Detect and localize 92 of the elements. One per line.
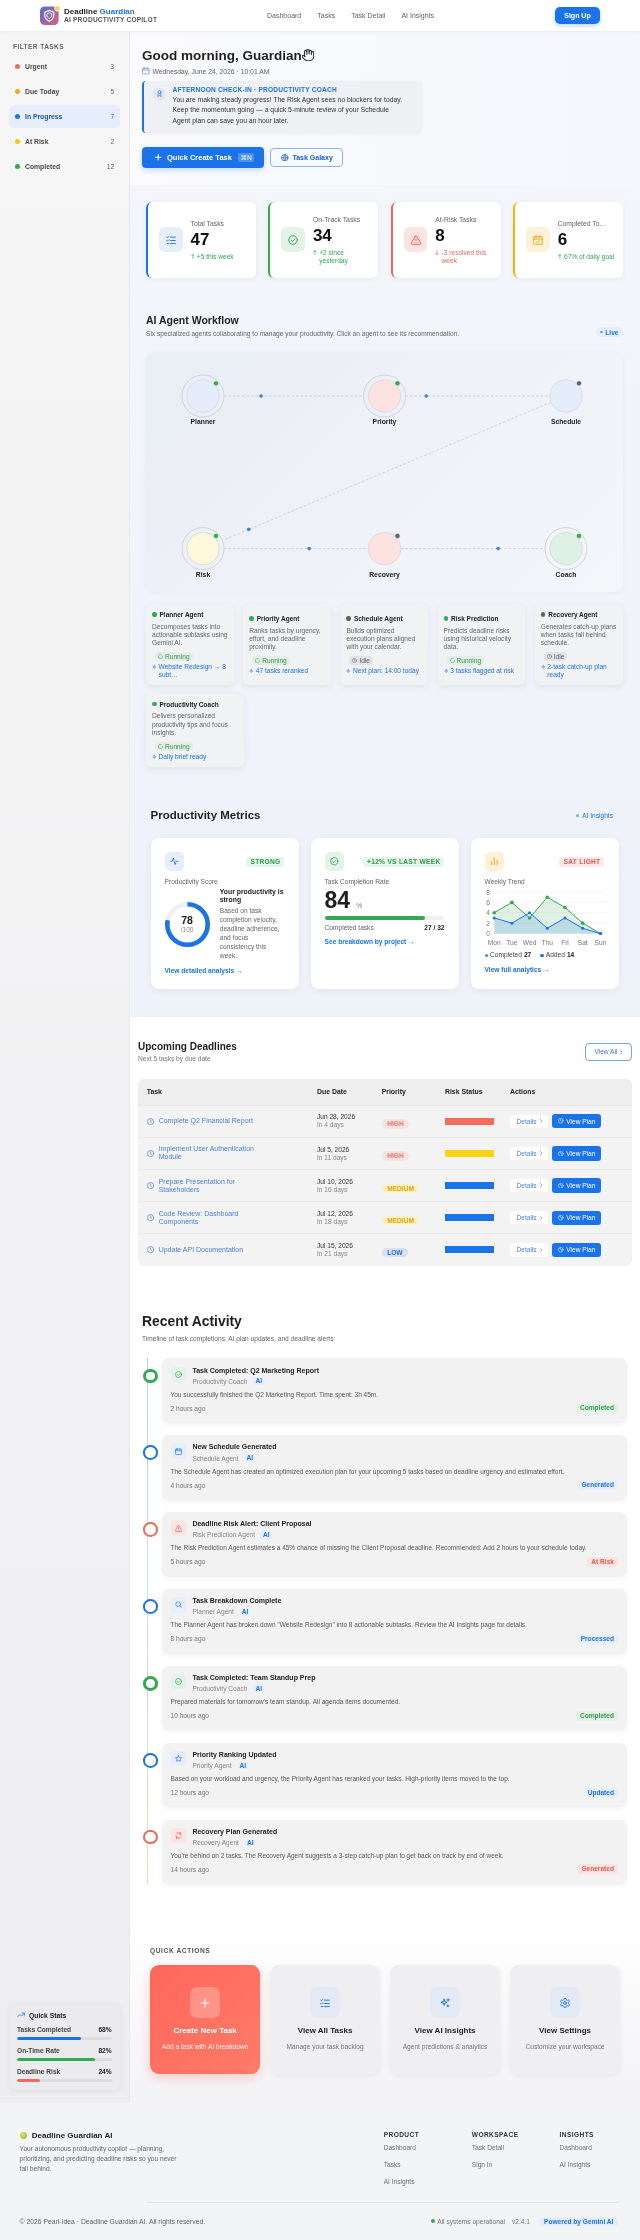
clock-icon [558, 1247, 564, 1253]
clock-icon [146, 1181, 154, 1190]
section-title: Upcoming Deadlines [138, 1041, 237, 1054]
arrow-down-icon [435, 250, 440, 256]
arrow-up-icon [557, 254, 562, 260]
sparkle-icon [152, 665, 157, 670]
chevron-icon [539, 1183, 543, 1188]
clock-icon [146, 1214, 154, 1222]
arrow-up-icon [190, 254, 195, 260]
clock-icon [558, 1215, 564, 1221]
clock-icon [352, 657, 358, 663]
calendar-icon [142, 67, 150, 75]
warning-icon [403, 227, 428, 252]
quick-action-title: View AI Insights [414, 2025, 476, 2036]
bar-chart-icon [484, 851, 505, 872]
sparkle-icon [152, 755, 157, 760]
stat-value: 8 [435, 225, 446, 246]
footer-brand-name: Deadline Guardian AI [31, 2131, 113, 2140]
data-point [545, 927, 549, 931]
sparkle-icon [540, 665, 546, 670]
flow-dot-icon [259, 394, 263, 398]
section-title: AI Agent Workflow [146, 313, 240, 327]
flow-dot-icon [307, 546, 311, 551]
list-check-icon [310, 1987, 341, 2018]
data-point [509, 901, 514, 905]
rate-value: 84 [324, 888, 351, 913]
data-point [509, 922, 513, 926]
section-title: Recent Activity [142, 1313, 243, 1331]
flow-dot-icon [424, 394, 429, 398]
status-dot-icon [431, 2219, 436, 2224]
stat-value: 34 [312, 225, 333, 246]
agent-node[interactable] [181, 527, 225, 570]
settings-icon [549, 1987, 581, 2018]
chevron-icon [620, 1049, 623, 1054]
plus-icon [155, 154, 162, 161]
clock-icon [146, 1246, 154, 1254]
clock-icon [558, 1150, 564, 1157]
sparkles-icon [429, 1987, 461, 2018]
chevron-icon [539, 1247, 543, 1253]
score-value: 78 [181, 915, 193, 927]
chevron-icon [539, 1151, 543, 1156]
quick-action-title: View Settings [539, 2025, 591, 2036]
quick-action-title: View All Tasks [297, 2025, 353, 2036]
award-icon [153, 87, 165, 100]
chevron-icon [539, 1215, 543, 1220]
list-check-icon [159, 227, 183, 252]
flow-dot-icon [246, 527, 251, 532]
sparkle-icon [249, 669, 254, 674]
clock-icon [558, 1182, 564, 1189]
calendar-icon [170, 1443, 186, 1459]
data-point [563, 916, 567, 920]
stat-value: 47 [190, 229, 211, 250]
data-point [598, 932, 602, 936]
score-ring [164, 901, 210, 947]
agent-node[interactable] [367, 531, 402, 566]
agent-node[interactable] [363, 374, 406, 418]
brand-name: Deadline Guardian [64, 7, 136, 16]
waving-hand-icon [301, 48, 314, 61]
data-point [562, 906, 567, 910]
agent-node[interactable] [544, 527, 588, 570]
chevron-icon [539, 1118, 543, 1124]
agent-node[interactable] [181, 374, 225, 418]
section-title: Productivity Metrics [150, 808, 261, 823]
warning-icon [170, 1520, 186, 1536]
spinner-icon [158, 743, 163, 749]
spinner-icon [449, 657, 455, 663]
shield-logo-icon [40, 5, 61, 26]
refresh-icon [170, 1827, 186, 1844]
clock-icon [146, 1149, 154, 1158]
globe-icon [281, 153, 289, 162]
sparkle-icon [346, 669, 351, 674]
sparkle-icon [443, 669, 449, 674]
live-dot-icon [600, 330, 603, 334]
clock-icon [146, 1117, 154, 1125]
pulse-icon [164, 851, 185, 872]
agent-node[interactable] [549, 379, 583, 413]
data-point [545, 895, 549, 900]
quick-action-title: Create New Task [173, 2025, 237, 2036]
greeting-title: Good morning, Guardian [142, 48, 302, 64]
search-icon [170, 1597, 186, 1613]
logo-dot-icon [19, 2131, 27, 2140]
trend-up-icon [17, 2012, 25, 2018]
clock-icon [546, 653, 552, 659]
plus-icon [190, 1987, 221, 2018]
dot-icon [576, 813, 580, 817]
calendar-check-icon [526, 227, 550, 252]
stat-value: 6 [557, 229, 569, 250]
flow-dot-icon [496, 546, 500, 551]
spinner-icon [158, 653, 163, 659]
arrow-up-icon [312, 250, 317, 256]
spinner-icon [255, 657, 261, 663]
clock-icon [558, 1118, 564, 1124]
